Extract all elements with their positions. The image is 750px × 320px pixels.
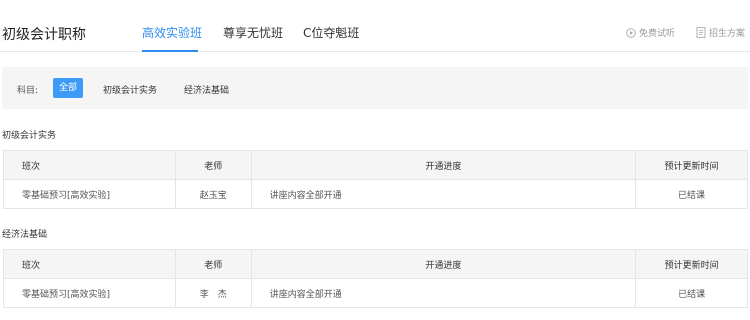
filter-option-economic-law[interactable]: 经济法基础 [184,83,229,96]
progress-cell: 讲座内容全部开通 [250,179,637,209]
tab-efficient-class[interactable]: 高效实验班 [142,24,202,41]
schedule-table-accounting-practice: 班次 老师 开通进度 预计更新时间 零基础预习[高效实验] 赵玉宝 讲座内容全部… [3,150,748,209]
schedule-table-economic-law: 班次 老师 开通进度 预计更新时间 零基础预习[高效实验] 李 杰 讲座内容全部… [3,249,748,308]
column-header-update-time: 预计更新时间 [635,249,748,279]
document-icon [696,27,706,38]
subject-filter-label: 科目: [17,86,39,96]
column-header-progress: 开通进度 [250,249,637,279]
filter-option-all[interactable]: 全部 [53,78,83,98]
column-header-update-time: 预计更新时间 [635,150,748,180]
tab-c-position-class[interactable]: C位夺魁班 [303,24,359,41]
play-circle-icon [626,27,636,38]
column-header-progress: 开通进度 [250,150,637,180]
filter-option-accounting-practice[interactable]: 初级会计实务 [103,83,157,96]
class-name-cell: 零基础预习[高效实验] [3,179,176,209]
enrollment-plan-link[interactable]: 招生方案 [696,26,745,39]
table-row: 零基础预习[高效实验] 赵玉宝 讲座内容全部开通 已结课 [3,179,748,209]
page-title: 初级会计职称 [2,27,86,43]
teacher-cell: 赵玉宝 [174,179,252,209]
progress-cell: 讲座内容全部开通 [250,278,637,308]
update-time-cell: 已结课 [635,179,748,209]
enrollment-plan-label: 招生方案 [709,29,746,39]
update-time-cell: 已结课 [635,278,748,308]
column-header-class: 班次 [3,249,176,279]
table-header-row: 班次 老师 开通进度 预计更新时间 [3,150,748,180]
section-title-accounting-practice: 初级会计实务 [2,131,57,141]
column-header-class: 班次 [3,150,176,180]
table-row: 零基础预习[高效实验] 李 杰 讲座内容全部开通 已结课 [3,278,748,308]
column-header-teacher: 老师 [174,150,252,180]
subject-filter-bar: 科目: 全部 初级会计实务 经济法基础 [2,67,748,109]
teacher-cell: 李 杰 [174,278,252,308]
column-header-teacher: 老师 [174,249,252,279]
active-tab-underline [142,50,198,52]
table-header-row: 班次 老师 开通进度 预计更新时间 [3,249,748,279]
section-title-economic-law: 经济法基础 [2,230,48,240]
class-name-cell: 零基础预习[高效实验] [3,278,176,308]
tab-premium-class[interactable]: 尊享无忧班 [223,24,283,41]
free-trial-link[interactable]: 免费试听 [626,26,675,39]
header: 初级会计职称 高效实验班 尊享无忧班 C位夺魁班 免费试听 招生方案 [0,0,750,52]
free-trial-label: 免费试听 [639,29,676,39]
